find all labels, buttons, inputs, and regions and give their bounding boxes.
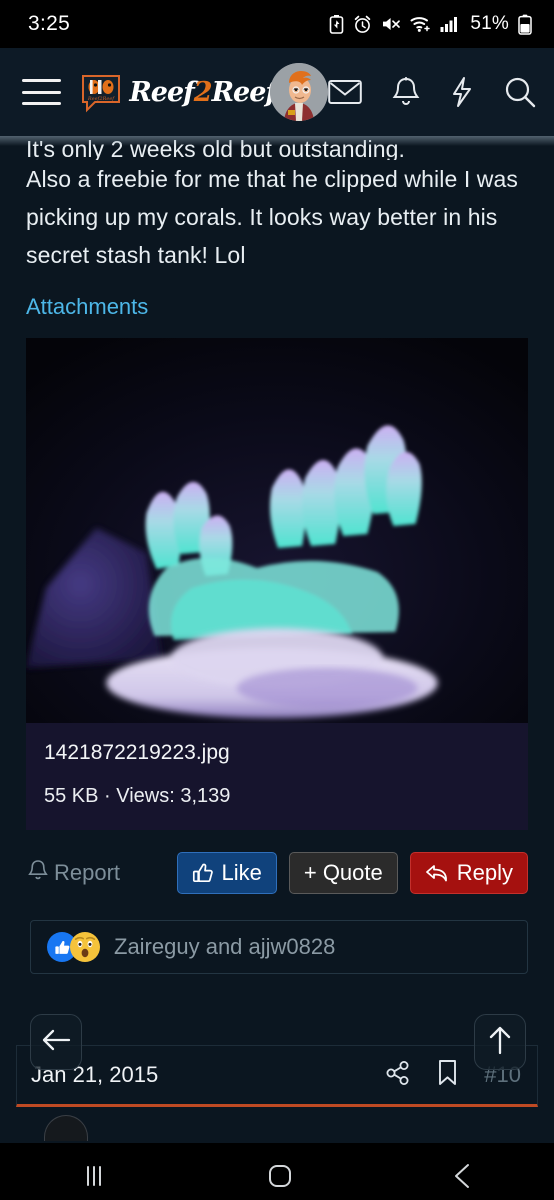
- status-clock: 3:25: [28, 12, 71, 35]
- post-footer: Jan 21, 2015 #10: [16, 1045, 538, 1107]
- reaction-names[interactable]: Zaireguy and ajjw0828: [114, 934, 335, 960]
- avatar[interactable]: [270, 63, 328, 121]
- bell-icon: [28, 859, 48, 888]
- battery-icon: [518, 14, 532, 35]
- brand-logo[interactable]: Reef2Reef Reef2Reef: [79, 70, 277, 114]
- post-line-2: Also a freebie for me that he clipped: [26, 166, 398, 192]
- status-bar: 3:25 51%: [0, 0, 554, 48]
- floating-back-button[interactable]: [30, 1014, 82, 1070]
- android-nav-bar: [0, 1143, 554, 1200]
- wow-face-reaction-icon: [70, 932, 100, 962]
- search-icon[interactable]: [504, 76, 536, 108]
- share-icon[interactable]: [385, 1060, 411, 1091]
- attachment-card[interactable]: 1421872219223.jpg 55 KB · Views: 3,139: [26, 338, 528, 830]
- cell-signal-icon: [440, 15, 459, 33]
- coral-photo[interactable]: [26, 338, 528, 723]
- bell-icon[interactable]: [392, 76, 420, 108]
- reply-button[interactable]: Reply: [409, 852, 528, 894]
- brand-word-1: Reef: [129, 76, 194, 108]
- report-label: Report: [54, 860, 121, 885]
- wifi-icon: [410, 15, 431, 33]
- post-action-buttons: Like + Quote Reply: [176, 852, 528, 894]
- mute-icon: [381, 15, 401, 33]
- app-header: Reef2Reef Reef2Reef: [0, 48, 554, 136]
- like-button[interactable]: Like: [176, 852, 277, 894]
- home-icon[interactable]: [265, 1161, 295, 1191]
- reactions-bar[interactable]: Zaireguy and ajjw0828: [30, 920, 528, 974]
- post-content: It's only 2 weeks old but outstanding. A…: [0, 136, 554, 1143]
- brand-word-2: Reef: [211, 76, 277, 108]
- floating-scroll-top-button[interactable]: [474, 1014, 526, 1070]
- bookmark-icon[interactable]: [437, 1059, 458, 1091]
- phone-screen: 3:25 51% Reef2Reef Reef2Reef It's only 2…: [0, 0, 554, 1200]
- reply-label: Reply: [456, 860, 513, 885]
- recents-icon[interactable]: [77, 1162, 111, 1190]
- alarm-icon: [353, 15, 372, 34]
- back-chevron-icon[interactable]: [449, 1161, 477, 1191]
- mail-icon[interactable]: [328, 78, 362, 106]
- quote-button[interactable]: + Quote: [288, 852, 398, 894]
- attachment-meta: 1421872219223.jpg 55 KB · Views: 3,139: [26, 723, 528, 830]
- post-body-text: It's only 2 weeks old but outstanding. A…: [0, 136, 554, 274]
- quote-label: + Quote: [303, 860, 383, 885]
- clownfish-speech-bubble-icon: Reef2Reef: [79, 70, 123, 114]
- battery-percent: 51%: [470, 13, 509, 34]
- post-line-clipped: It's only 2 weeks old but outstanding.: [26, 136, 405, 160]
- header-icon-group: [328, 76, 536, 108]
- thumbs-up-icon: [192, 862, 214, 884]
- like-label: Like: [221, 860, 262, 885]
- attachment-size-views: 55 KB · Views: 3,139: [44, 785, 231, 807]
- hamburger-menu-icon[interactable]: [20, 75, 63, 109]
- attachment-filename: 1421872219223.jpg: [44, 741, 230, 764]
- reply-arrow-icon: [425, 863, 449, 884]
- post-actions: Report Like + Quote Reply: [0, 830, 554, 894]
- status-icon-group: 51%: [329, 13, 532, 35]
- attachments-label[interactable]: Attachments: [0, 294, 554, 320]
- arrow-left-icon: [41, 1027, 71, 1058]
- brand-wordmark: Reef2Reef: [129, 76, 277, 108]
- report-button[interactable]: Report: [28, 859, 120, 888]
- svg-text:Reef2Reef: Reef2Reef: [87, 96, 115, 102]
- battery-saver-icon: [329, 14, 344, 34]
- next-post-avatar: [44, 1115, 88, 1141]
- arrow-up-icon: [487, 1025, 513, 1060]
- brand-two: 2: [193, 76, 213, 108]
- lightning-icon[interactable]: [450, 76, 474, 108]
